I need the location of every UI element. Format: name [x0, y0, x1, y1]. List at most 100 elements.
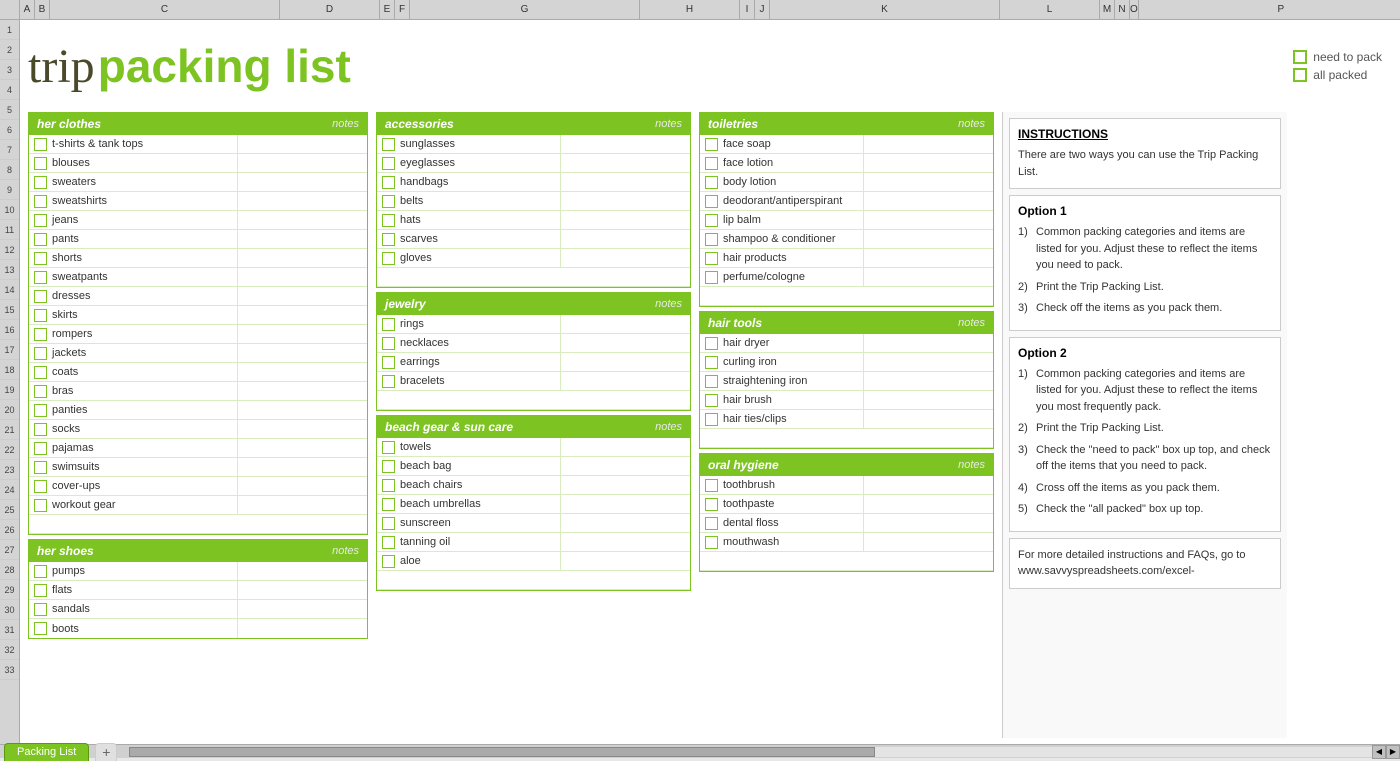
item-notes[interactable] — [237, 306, 367, 324]
item-notes[interactable] — [237, 562, 367, 580]
item-checkbox[interactable] — [382, 138, 395, 151]
item-checkbox[interactable] — [34, 271, 47, 284]
item-checkbox[interactable] — [705, 517, 718, 530]
item-notes[interactable] — [237, 154, 367, 172]
scroll-right-btn[interactable]: ▶ — [1386, 745, 1400, 759]
item-notes[interactable] — [863, 410, 993, 428]
item-notes[interactable] — [237, 619, 367, 638]
item-checkbox[interactable] — [705, 337, 718, 350]
item-checkbox[interactable] — [34, 233, 47, 246]
item-checkbox[interactable] — [382, 195, 395, 208]
item-checkbox[interactable] — [34, 290, 47, 303]
item-notes[interactable] — [560, 495, 690, 513]
item-checkbox[interactable] — [34, 138, 47, 151]
item-notes[interactable] — [863, 268, 993, 286]
item-notes[interactable] — [863, 372, 993, 390]
item-notes[interactable] — [560, 372, 690, 390]
item-checkbox[interactable] — [705, 271, 718, 284]
item-checkbox[interactable] — [705, 233, 718, 246]
item-notes[interactable] — [560, 457, 690, 475]
item-checkbox[interactable] — [382, 318, 395, 331]
item-notes[interactable] — [560, 315, 690, 333]
item-checkbox[interactable] — [705, 176, 718, 189]
scroll-left-btn[interactable]: ◀ — [1372, 745, 1386, 759]
item-notes[interactable] — [237, 249, 367, 267]
item-notes[interactable] — [560, 514, 690, 532]
item-checkbox[interactable] — [382, 460, 395, 473]
item-notes[interactable] — [863, 211, 993, 229]
item-notes[interactable] — [237, 344, 367, 362]
item-checkbox[interactable] — [34, 347, 47, 360]
item-checkbox[interactable] — [34, 366, 47, 379]
item-checkbox[interactable] — [382, 375, 395, 388]
item-notes[interactable] — [237, 363, 367, 381]
item-notes[interactable] — [237, 325, 367, 343]
item-notes[interactable] — [863, 173, 993, 191]
item-checkbox[interactable] — [382, 479, 395, 492]
item-checkbox[interactable] — [705, 356, 718, 369]
item-checkbox[interactable] — [34, 565, 47, 578]
item-checkbox[interactable] — [382, 536, 395, 549]
item-notes[interactable] — [237, 287, 367, 305]
item-checkbox[interactable] — [382, 252, 395, 265]
item-notes[interactable] — [237, 477, 367, 495]
item-checkbox[interactable] — [382, 157, 395, 170]
item-checkbox[interactable] — [34, 423, 47, 436]
item-checkbox[interactable] — [705, 394, 718, 407]
item-notes[interactable] — [863, 334, 993, 352]
item-checkbox[interactable] — [705, 413, 718, 426]
item-checkbox[interactable] — [34, 499, 47, 512]
item-notes[interactable] — [863, 192, 993, 210]
item-checkbox[interactable] — [34, 622, 47, 635]
item-checkbox[interactable] — [34, 584, 47, 597]
item-checkbox[interactable] — [34, 385, 47, 398]
item-checkbox[interactable] — [705, 157, 718, 170]
item-notes[interactable] — [863, 495, 993, 513]
item-checkbox[interactable] — [382, 441, 395, 454]
item-notes[interactable] — [863, 533, 993, 551]
item-notes[interactable] — [863, 230, 993, 248]
item-notes[interactable] — [560, 135, 690, 153]
item-checkbox[interactable] — [34, 309, 47, 322]
item-notes[interactable] — [560, 192, 690, 210]
item-notes[interactable] — [863, 135, 993, 153]
item-checkbox[interactable] — [705, 375, 718, 388]
item-notes[interactable] — [560, 552, 690, 570]
item-notes[interactable] — [863, 391, 993, 409]
item-checkbox[interactable] — [382, 214, 395, 227]
item-checkbox[interactable] — [705, 536, 718, 549]
item-notes[interactable] — [237, 268, 367, 286]
item-notes[interactable] — [560, 353, 690, 371]
item-notes[interactable] — [237, 230, 367, 248]
h-scroll-track[interactable] — [129, 747, 1372, 757]
item-checkbox[interactable] — [705, 252, 718, 265]
item-checkbox[interactable] — [34, 461, 47, 474]
item-checkbox[interactable] — [34, 603, 47, 616]
item-notes[interactable] — [237, 382, 367, 400]
item-checkbox[interactable] — [705, 498, 718, 511]
item-checkbox[interactable] — [34, 328, 47, 341]
item-notes[interactable] — [237, 420, 367, 438]
h-scroll-thumb[interactable] — [129, 747, 875, 757]
item-checkbox[interactable] — [382, 555, 395, 568]
item-notes[interactable] — [863, 249, 993, 267]
need-to-pack-checkbox[interactable] — [1293, 50, 1307, 64]
item-notes[interactable] — [560, 154, 690, 172]
item-notes[interactable] — [560, 334, 690, 352]
item-notes[interactable] — [863, 476, 993, 494]
item-notes[interactable] — [560, 230, 690, 248]
item-notes[interactable] — [237, 600, 367, 618]
item-checkbox[interactable] — [34, 252, 47, 265]
item-checkbox[interactable] — [382, 356, 395, 369]
item-notes[interactable] — [560, 173, 690, 191]
item-notes[interactable] — [863, 353, 993, 371]
item-checkbox[interactable] — [705, 479, 718, 492]
item-checkbox[interactable] — [382, 233, 395, 246]
item-notes[interactable] — [237, 439, 367, 457]
item-notes[interactable] — [237, 211, 367, 229]
item-checkbox[interactable] — [34, 480, 47, 493]
item-notes[interactable] — [560, 211, 690, 229]
item-checkbox[interactable] — [705, 195, 718, 208]
item-notes[interactable] — [560, 533, 690, 551]
item-notes[interactable] — [237, 192, 367, 210]
